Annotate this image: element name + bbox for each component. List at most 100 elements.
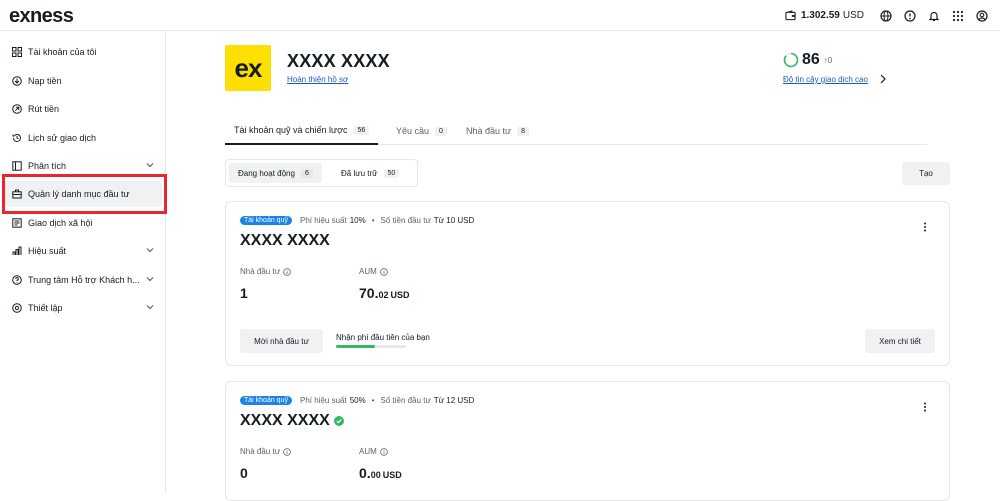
sidebar-item-deposit[interactable]: Nạp tiền bbox=[4, 68, 162, 94]
invite-investor-button[interactable]: Mời nhà đầu tư bbox=[240, 329, 323, 353]
tab-label: Nhà đầu tư bbox=[466, 126, 512, 136]
exness-logo[interactable]: exness bbox=[9, 5, 74, 28]
more-vertical-icon[interactable] bbox=[923, 222, 927, 232]
aum-integer: 0. bbox=[359, 465, 371, 481]
filter-count-badge: 6 bbox=[300, 168, 313, 178]
separator-dot: • bbox=[371, 396, 375, 405]
card-title: XXXX XXXX bbox=[240, 232, 330, 250]
user-circle-icon bbox=[976, 9, 988, 22]
info-icon[interactable] bbox=[379, 447, 388, 456]
info-icon[interactable] bbox=[379, 267, 388, 276]
tab-funds-strategies[interactable]: Tài khoản quỹ và chiến lược 56 bbox=[225, 117, 379, 145]
tab-count-badge: 0 bbox=[435, 126, 447, 136]
first-fee-progress-fill bbox=[336, 345, 375, 348]
min-investment-value: Từ 10 USD bbox=[433, 216, 475, 225]
chevron-down-icon bbox=[146, 305, 154, 310]
sidebar-item-label: Hiệu suất bbox=[28, 246, 67, 256]
sidebar-item-history[interactable]: Lịch sử giao dịch bbox=[4, 125, 162, 151]
sidebar-item-help-center[interactable]: Trung tâm Hỗ trợ Khách h... bbox=[4, 267, 162, 293]
min-investment-value: Từ 12 USD bbox=[433, 396, 475, 405]
wallet-balance[interactable]: 1.302.59 USD bbox=[785, 10, 864, 21]
trust-score-value: 86 bbox=[802, 51, 820, 68]
card-title-text: XXXX XXXX bbox=[240, 412, 330, 429]
tab-bar: Tài khoản quỹ và chiến lược 56 Yêu cầu 0… bbox=[225, 117, 927, 145]
help-circle-icon bbox=[904, 9, 916, 22]
trust-score-widget[interactable]: 86 ↑0 Độ tin cậy giao dịch cao bbox=[783, 51, 923, 84]
aum-decimal: 00 bbox=[370, 470, 381, 480]
status-filter: Đang hoạt động 6 Đã lưu trữ 50 bbox=[225, 159, 418, 187]
withdraw-icon bbox=[12, 104, 22, 114]
fee-label: Phí hiệu suất bbox=[299, 396, 347, 405]
top-header: exness 1.302.59 USD bbox=[0, 0, 1000, 31]
investors-label-text: Nhà đầu tư bbox=[240, 267, 281, 276]
wallet-icon bbox=[785, 10, 796, 21]
complete-profile-link[interactable]: Hoàn thiện hồ sơ bbox=[287, 75, 348, 84]
trust-ring-icon bbox=[783, 52, 799, 68]
first-fee-progress bbox=[336, 345, 406, 348]
fund-account-card[interactable]: Tài khoản quỹ Phí hiệu suất 50% • Số tiề… bbox=[225, 381, 950, 501]
investors-label: Nhà đầu tư bbox=[240, 447, 291, 456]
aum-label: AUM bbox=[359, 267, 388, 276]
info-icon[interactable] bbox=[283, 447, 291, 456]
sidebar: Tài khoản của tôi Nạp tiền Rút tiền Lịch… bbox=[0, 31, 167, 494]
tab-label: Yêu cầu bbox=[396, 126, 430, 136]
balance-amount: 1.302.59 bbox=[800, 10, 840, 21]
profile-avatar: ex bbox=[225, 45, 271, 91]
header-actions: 1.302.59 USD bbox=[785, 0, 994, 31]
help-icon bbox=[12, 275, 22, 285]
filter-active-button[interactable]: Đang hoạt động 6 bbox=[229, 163, 322, 183]
chevron-down-icon bbox=[146, 248, 154, 253]
sidebar-item-performance[interactable]: Hiệu suất bbox=[4, 238, 162, 264]
info-icon[interactable] bbox=[283, 267, 291, 276]
balance-currency: USD bbox=[842, 10, 864, 21]
profile-button[interactable] bbox=[970, 4, 994, 28]
settings-icon bbox=[12, 303, 22, 313]
grid-icon bbox=[12, 47, 22, 57]
investors-value: 1 bbox=[240, 285, 248, 301]
bell-icon bbox=[928, 11, 940, 21]
min-investment-label: Số tiền đầu tư bbox=[380, 396, 431, 405]
aum-label-text: AUM bbox=[359, 267, 377, 276]
apps-button[interactable] bbox=[946, 4, 970, 28]
filter-archived-button[interactable]: Đã lưu trữ 50 bbox=[332, 163, 408, 183]
tab-requests[interactable]: Yêu cầu 0 bbox=[387, 117, 456, 145]
support-button[interactable] bbox=[898, 4, 922, 28]
aum-decimal: 02 bbox=[378, 290, 389, 300]
tab-investors[interactable]: Nhà đầu tư 8 bbox=[457, 117, 538, 145]
sidebar-item-label: Trung tâm Hỗ trợ Khách h... bbox=[28, 275, 140, 285]
sidebar-item-label: Lịch sử giao dịch bbox=[28, 133, 97, 143]
language-button[interactable] bbox=[874, 4, 898, 28]
sidebar-item-withdraw[interactable]: Rút tiền bbox=[4, 96, 162, 122]
card-meta: Tài khoản quỹ Phí hiệu suất 10% • Số tiề… bbox=[240, 216, 474, 225]
tab-count-badge: 8 bbox=[517, 126, 529, 136]
sidebar-item-settings[interactable]: Thiết lập bbox=[4, 295, 162, 321]
investors-value: 0 bbox=[240, 465, 248, 481]
investors-label: Nhà đầu tư bbox=[240, 267, 291, 276]
profile-name: XXXX XXXX bbox=[287, 51, 390, 71]
more-vertical-icon[interactable] bbox=[923, 402, 927, 412]
filter-label: Đã lưu trữ bbox=[341, 168, 378, 178]
aum-value: 0.00 USD bbox=[359, 465, 402, 481]
tab-label: Tài khoản quỹ và chiến lược bbox=[234, 125, 348, 135]
create-button[interactable]: Tạo bbox=[902, 162, 950, 185]
main-content: ex XXXX XXXX Hoàn thiện hồ sơ 86 ↑0 Độ t… bbox=[167, 31, 1000, 501]
aum-value: 70.02 USD bbox=[359, 285, 410, 301]
investors-label-text: Nhà đầu tư bbox=[240, 447, 281, 456]
globe-icon bbox=[880, 9, 892, 22]
chevron-right-icon bbox=[880, 74, 886, 84]
aum-currency: USD bbox=[382, 470, 402, 480]
min-investment-label: Số tiền đầu tư bbox=[380, 216, 431, 225]
performance-icon bbox=[12, 246, 22, 256]
sidebar-item-label: Rút tiền bbox=[28, 104, 60, 114]
notifications-button[interactable] bbox=[922, 4, 946, 28]
sidebar-item-my-accounts[interactable]: Tài khoản của tôi bbox=[4, 39, 162, 65]
fund-account-badge: Tài khoản quỹ bbox=[240, 216, 292, 225]
fee-label: Phí hiệu suất bbox=[299, 216, 347, 225]
view-details-button[interactable]: Xem chi tiết bbox=[865, 329, 935, 353]
fee-value: 50% bbox=[349, 396, 366, 405]
trust-level-link[interactable]: Độ tin cậy giao dịch cao bbox=[783, 75, 868, 84]
apps-grid-icon bbox=[952, 10, 964, 21]
fund-account-card[interactable]: Tài khoản quỹ Phí hiệu suất 10% • Số tiề… bbox=[225, 201, 950, 366]
aum-integer: 70. bbox=[359, 285, 379, 301]
analytics-icon bbox=[12, 161, 22, 171]
